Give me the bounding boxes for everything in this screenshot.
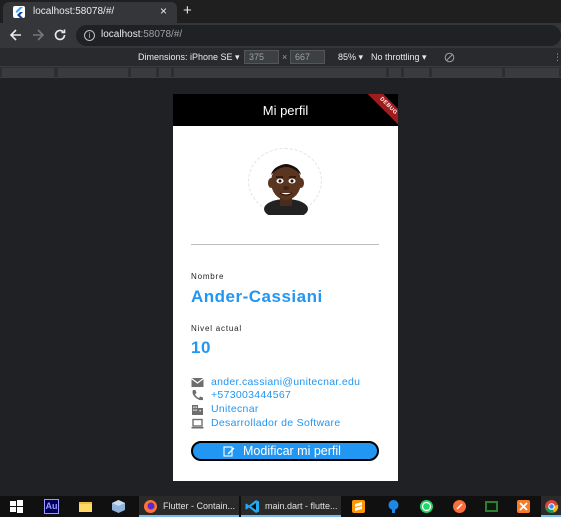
app-bar: Mi perfil	[173, 94, 398, 126]
audition-icon[interactable]: Au	[44, 499, 59, 514]
taskbar-label-vscode: main.dart - flutte...	[265, 501, 338, 511]
whatsapp-icon[interactable]	[419, 499, 434, 514]
phone-row[interactable]: +573003444567	[191, 389, 391, 402]
rotate-icon[interactable]	[444, 52, 455, 63]
ruler-segment[interactable]	[174, 68, 386, 77]
taskbar-vscode-window[interactable]: main.dart - flutte...	[241, 496, 341, 517]
avatar[interactable]	[248, 148, 322, 215]
flutter-favicon-icon	[13, 6, 25, 18]
windows-start-icon[interactable]	[9, 499, 24, 514]
url-text: localhost:58078/#/	[101, 29, 183, 40]
phone-text: +573003444567	[211, 389, 292, 401]
ruler-segment[interactable]	[505, 68, 559, 77]
throttling-select[interactable]: No throttling ▾	[371, 52, 427, 63]
emulated-viewport: Mi perfil DEBUG Nombre Ander-Cassiani Ni…	[0, 78, 561, 492]
dimensions-select[interactable]: Dimensions: iPhone SE ▾	[138, 52, 240, 63]
modify-profile-label: Modificar mi perfil	[243, 444, 341, 458]
sublime-icon[interactable]	[351, 499, 366, 514]
role-text: Desarrollador de Software	[211, 417, 341, 429]
name-value: Ander-Cassiani	[191, 287, 323, 306]
level-label: Nivel actual	[191, 324, 242, 333]
forward-arrow-icon[interactable]	[29, 26, 47, 44]
media-query-ruler	[0, 67, 561, 78]
address-bar[interactable]: i localhost:58078/#/	[76, 25, 561, 46]
laptop-icon	[191, 418, 204, 429]
tab-title: localhost:58078/#/	[33, 6, 115, 17]
height-input[interactable]: 667	[290, 50, 325, 64]
ruler-segment[interactable]	[159, 68, 171, 77]
site-info-icon[interactable]: i	[84, 30, 95, 41]
new-tab-button[interactable]: +	[183, 2, 192, 20]
phone-screen: Mi perfil DEBUG Nombre Ander-Cassiani Ni…	[173, 94, 398, 481]
sourcetree-icon[interactable]	[386, 499, 401, 514]
browser-tab-strip: localhost:58078/#/ × +	[0, 0, 561, 23]
ruler-segment[interactable]	[432, 68, 502, 77]
level-value: 10	[191, 338, 211, 357]
page-title: Mi perfil	[262, 103, 309, 118]
email-icon	[191, 378, 204, 387]
firefox-icon	[144, 500, 157, 513]
postman-icon[interactable]	[452, 499, 467, 514]
email-text: ander.cassiani@unitecnar.edu	[211, 376, 361, 388]
taskbar-flutter-window[interactable]: Flutter - Contain...	[139, 496, 239, 517]
zoom-select[interactable]: 85% ▾	[338, 52, 363, 63]
file-explorer-icon[interactable]	[78, 499, 93, 514]
ruler-segment[interactable]	[389, 68, 401, 77]
ruler-segment[interactable]	[58, 68, 128, 77]
tab-close-icon[interactable]: ×	[160, 4, 167, 18]
phone-icon	[192, 390, 203, 401]
package-icon[interactable]	[111, 499, 126, 514]
dimension-separator: ×	[282, 52, 288, 62]
role-row[interactable]: Desarrollador de Software	[191, 417, 391, 430]
company-text: Unitecnar	[211, 403, 259, 415]
name-label: Nombre	[191, 272, 225, 281]
ruler-segment[interactable]	[404, 68, 429, 77]
browser-toolbar: i localhost:58078/#/	[0, 23, 561, 48]
ruler-segment[interactable]	[2, 68, 54, 77]
modify-profile-button[interactable]: Modificar mi perfil	[191, 441, 379, 461]
more-options-icon[interactable]: ⋮	[553, 52, 561, 63]
taskbar-chrome-window[interactable]	[541, 496, 561, 517]
back-arrow-icon[interactable]	[7, 26, 25, 44]
terminal-icon[interactable]	[484, 499, 499, 514]
device-toolbar: Dimensions: iPhone SE ▾ 375 × 667 85% ▾ …	[0, 48, 561, 67]
vscode-icon	[245, 500, 259, 513]
chrome-icon	[545, 500, 559, 513]
edit-icon	[223, 446, 235, 457]
email-row[interactable]: ander.cassiani@unitecnar.edu	[191, 376, 391, 389]
company-row[interactable]: Unitecnar	[191, 403, 391, 416]
reload-icon[interactable]	[51, 26, 69, 44]
taskbar-label-firefox: Flutter - Contain...	[163, 501, 236, 511]
browser-tab[interactable]: localhost:58078/#/ ×	[3, 2, 177, 23]
xampp-icon[interactable]	[516, 499, 531, 514]
business-icon	[192, 405, 203, 415]
ruler-segment[interactable]	[131, 68, 156, 77]
avatar-face-icon	[264, 164, 308, 215]
width-input[interactable]: 375	[244, 50, 279, 64]
divider	[191, 244, 379, 245]
windows-taskbar: Au Flutter - Contain... main.dart - flut…	[0, 496, 561, 517]
